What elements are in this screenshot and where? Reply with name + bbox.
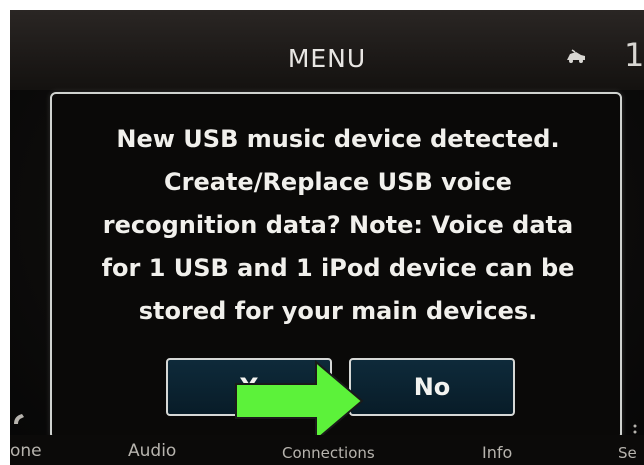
tab-info[interactable]: Info [482,443,512,462]
message-line: stored for your main devices. [138,297,538,325]
more-dots-icon [633,424,637,434]
tab-phone[interactable]: one [10,441,42,461]
message-line: New USB music device detected. [116,125,560,153]
car-icon [567,49,585,63]
display-screen: MENU 1 New USB music device detected. Cr… [10,10,644,465]
dialog-message: New USB music device detected. Create/Re… [52,118,624,333]
tab-settings[interactable]: Se [618,444,637,462]
arrow-right-icon [235,359,364,443]
tab-connections[interactable]: Connections [282,444,375,462]
header-bar: MENU 1 [10,10,644,90]
tab-audio[interactable]: Audio [128,441,176,461]
top-right-indicator: 1 [624,36,644,74]
phone-icon [14,414,24,424]
message-line: Create/Replace USB voice [164,168,512,196]
no-button[interactable]: No [349,358,515,416]
message-line: for 1 USB and 1 iPod device can be [101,254,575,282]
message-line: recognition data? Note: Voice data [102,211,574,239]
page-title: MENU [287,44,367,73]
